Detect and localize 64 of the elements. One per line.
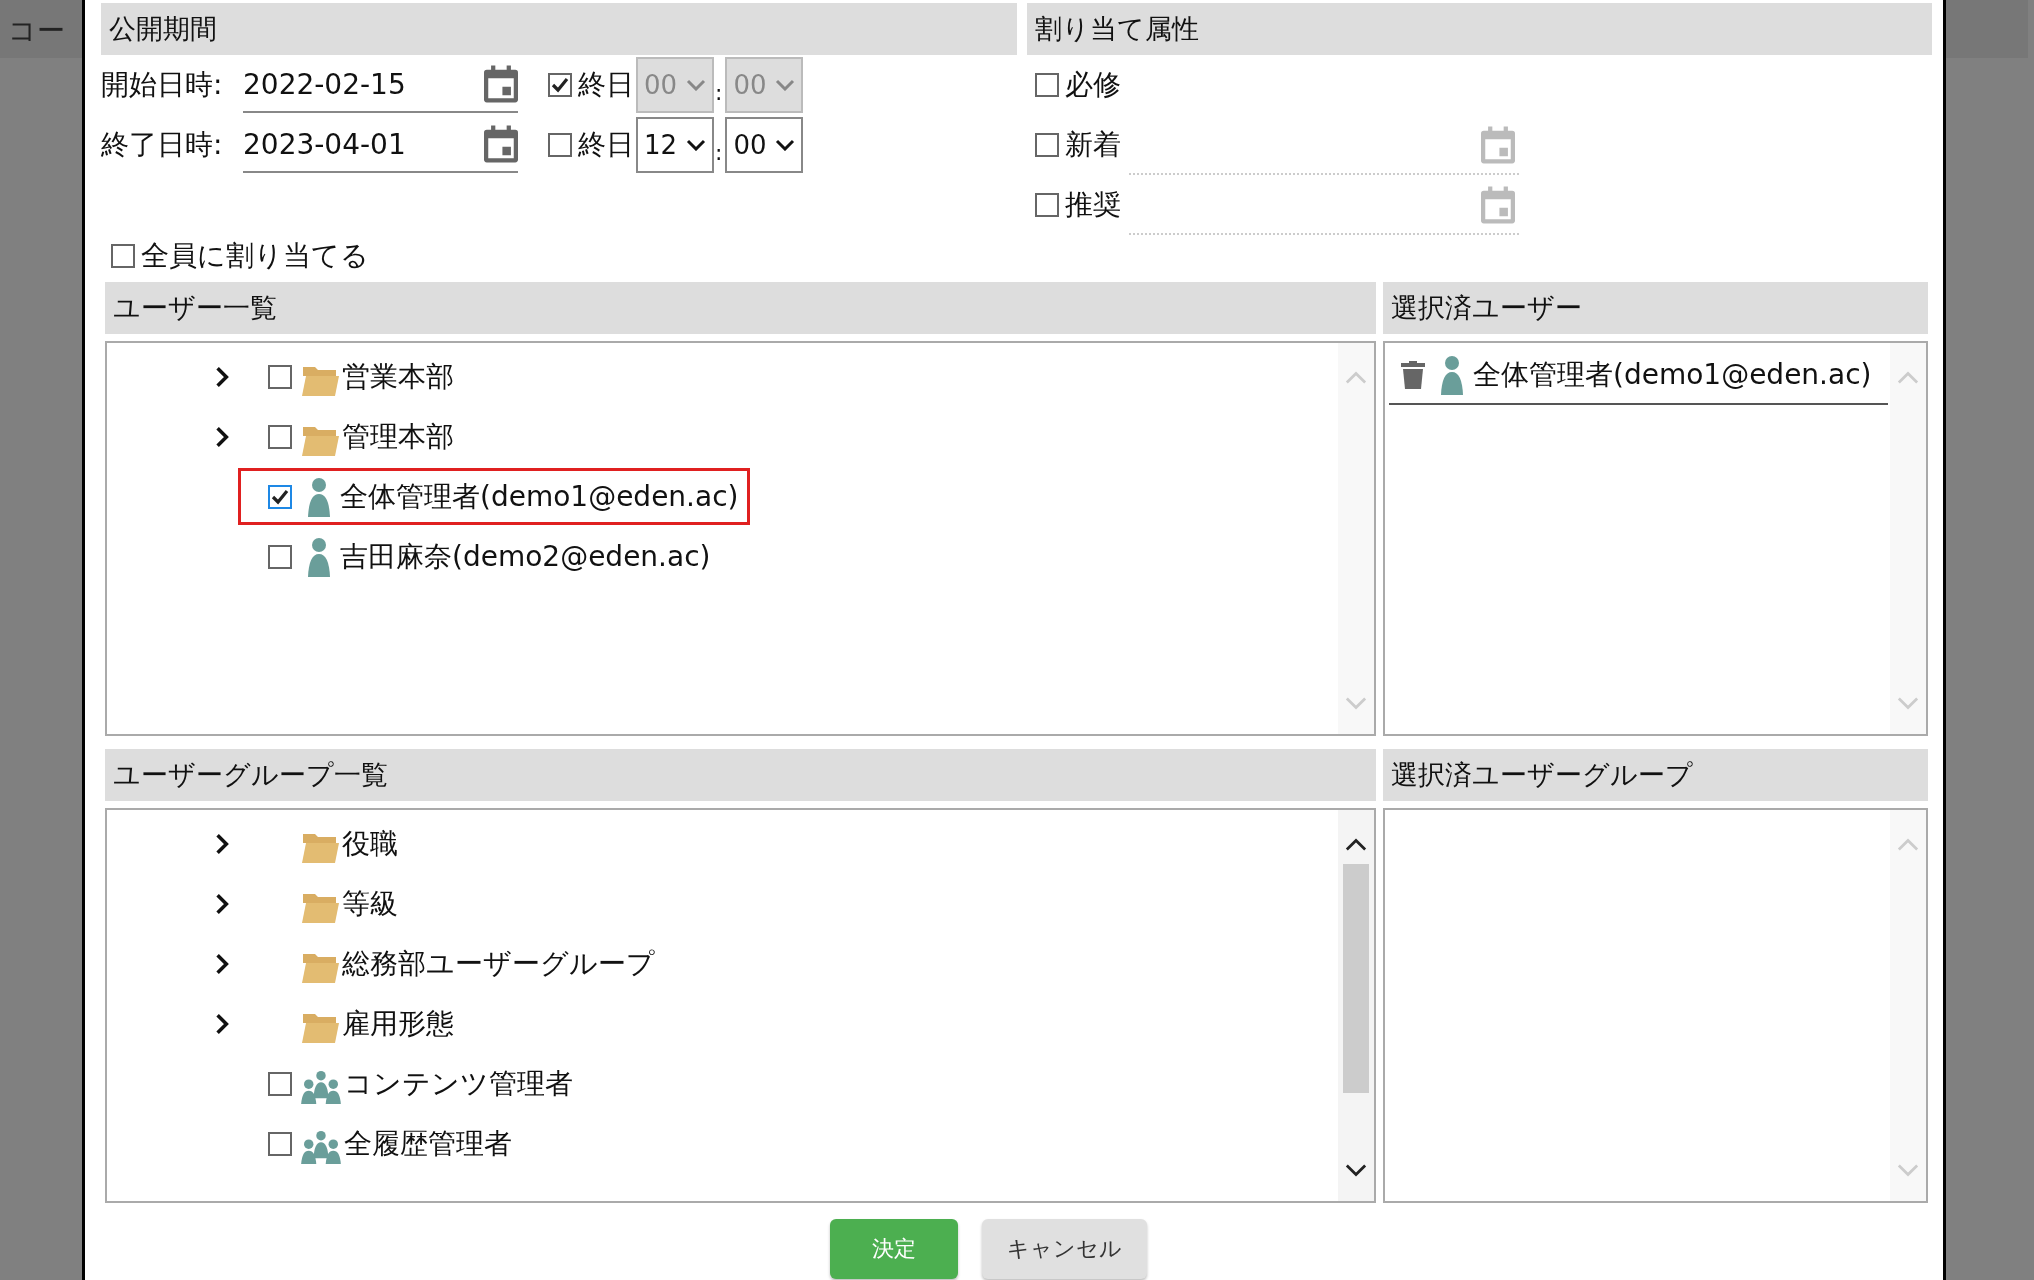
checkbox[interactable] [1035,73,1059,97]
section-header: 割り当て属性 [1027,3,1932,55]
minute-select[interactable]: 00 [725,117,804,173]
caret-icon [686,79,706,91]
calendar-icon[interactable] [484,65,518,103]
scrollbar-thumb[interactable] [1343,864,1369,1093]
checkbox[interactable] [1035,133,1059,157]
checkbox-label: 新着 [1065,127,1121,163]
time-separator: : [715,78,723,105]
checkbox[interactable] [268,365,292,389]
chevron-right-icon[interactable] [215,1013,229,1035]
section-header: ユーザー一覧 [105,282,1376,334]
people-icon [300,1130,342,1164]
field-label: 終了日時: [101,127,224,163]
trash-icon[interactable] [1401,361,1425,389]
checkbox[interactable] [268,1132,292,1156]
calendar-icon[interactable] [484,125,518,163]
tree-item-label[interactable]: 管理本部 [342,418,454,456]
tree-item-label[interactable]: 等級 [342,885,398,923]
checkbox-label: 終日 [578,67,634,103]
section-header: 公開期間 [101,3,1017,55]
chevron-down-icon[interactable] [1345,1163,1367,1177]
checkbox[interactable] [548,133,572,157]
checkbox-label: 全員に割り当てる [141,238,369,274]
chevron-right-icon[interactable] [215,366,229,388]
page-title: コー [7,13,65,49]
checkbox[interactable] [548,73,572,97]
chevron-right-icon[interactable] [215,426,229,448]
chevron-up-icon[interactable] [1345,838,1367,852]
checkbox[interactable] [1035,193,1059,217]
tree-item-label[interactable]: 役職 [342,825,398,863]
checkbox[interactable] [268,425,292,449]
checkbox-label: 推奨 [1065,187,1121,223]
date-field[interactable]: 2023-04-01 [243,117,518,173]
checkbox-label: 終日 [578,127,634,163]
tree-item-label[interactable]: 営業本部 [342,358,454,396]
time-separator: : [715,138,723,165]
tree-item-label[interactable]: 全体管理者(demo1@eden.ac) [340,478,739,516]
field-label: 開始日時: [101,67,224,103]
tree-item-label[interactable]: 吉田麻奈(demo2@eden.ac) [340,538,711,576]
caret-icon [686,139,706,151]
chevron-right-icon[interactable] [215,833,229,855]
checkbox-label: 必修 [1065,67,1121,103]
chevron-right-icon[interactable] [215,893,229,915]
section-header: 選択済ユーザーグループ [1383,749,1928,801]
hour-select[interactable]: 12 [636,117,714,173]
tree-item-label[interactable]: 総務部ユーザーグループ [342,945,655,983]
checkbox[interactable] [268,1072,292,1096]
people-icon [300,1070,342,1104]
checkbox[interactable] [268,485,292,509]
selected-item-label: 全体管理者(demo1@eden.ac) [1473,357,1872,393]
dialog-button[interactable]: キャンセル [982,1219,1147,1279]
checkbox[interactable] [111,244,135,268]
checkbox[interactable] [268,545,292,569]
caret-icon [775,139,796,151]
tree-item-label[interactable]: 全履歴管理者 [344,1125,512,1163]
section-header: ユーザーグループ一覧 [105,749,1376,801]
section-header: 選択済ユーザー [1383,282,1928,334]
date-field[interactable]: 2022-02-15 [243,57,518,113]
chevron-right-icon[interactable] [215,953,229,975]
caret-icon [775,79,796,91]
scrollbar[interactable] [1338,810,1374,1201]
tree-item-label[interactable]: 雇用形態 [342,1005,454,1043]
tree-item-label[interactable]: コンテンツ管理者 [344,1065,573,1103]
